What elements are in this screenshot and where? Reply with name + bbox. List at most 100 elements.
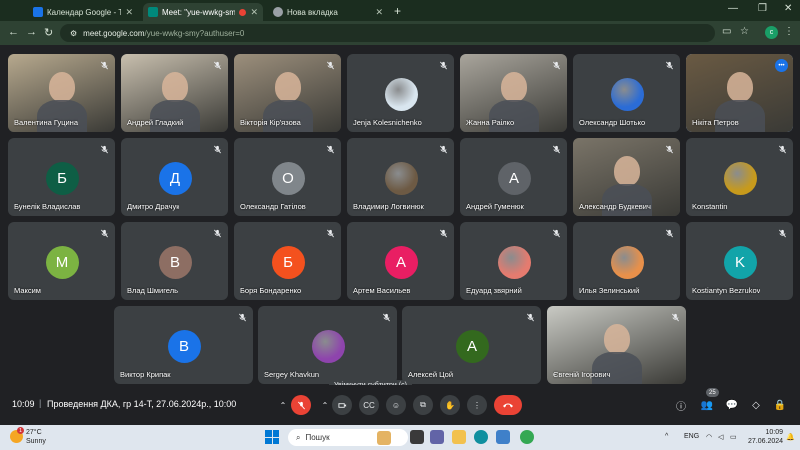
participant-tile[interactable]: Б Бунелік Владислав: [8, 138, 115, 216]
participant-tile[interactable]: А Артем Васильев: [347, 222, 454, 300]
tab-meet[interactable]: Meet: "yue-wwkg-smy" ✕: [143, 3, 263, 21]
participant-tile[interactable]: Илья Зелинський: [573, 222, 680, 300]
kebab-icon: ⋮: [473, 400, 481, 410]
participant-tile[interactable]: Вікторія Кір'язова: [234, 54, 341, 132]
participant-tile[interactable]: Sergey Khavkun: [258, 306, 397, 384]
participant-initial-avatar: В: [158, 246, 192, 279]
participant-initial-avatar: Д: [158, 162, 192, 195]
hand-icon: ✋: [445, 400, 455, 410]
mic-muted-icon: [324, 143, 336, 155]
mic-muted-icon: [669, 311, 681, 323]
forward-icon[interactable]: →: [26, 26, 37, 38]
language-indicator[interactable]: ENG: [684, 433, 699, 440]
participant-tile[interactable]: А Андрей Гуменюк: [460, 138, 567, 216]
participant-tile[interactable]: Jenja Kolesnichenko: [347, 54, 454, 132]
notifications-icon[interactable]: 🔔: [786, 433, 795, 441]
profile-avatar[interactable]: c: [765, 26, 778, 39]
participant-tile[interactable]: Б Боря Бондаренко: [234, 222, 341, 300]
tray-chevron-icon[interactable]: ^: [665, 433, 668, 440]
participant-tile[interactable]: Владимир Логвинюк: [347, 138, 454, 216]
camera-icon[interactable]: ▭: [722, 26, 731, 37]
taskbar-clock[interactable]: 10:09 27.06.2024: [748, 428, 783, 446]
emoji-reactions-button[interactable]: ☺: [386, 395, 406, 415]
mic-off-icon: [297, 401, 305, 409]
participant-name: Жанна Раілко: [466, 118, 515, 127]
participant-profile-picture: [723, 162, 757, 195]
participant-tile[interactable]: В Виктор Крипак: [114, 306, 253, 384]
participant-tile[interactable]: А Алексей Цой: [402, 306, 541, 384]
site-info-icon[interactable]: ⚙: [70, 29, 77, 38]
volume-icon[interactable]: ◁: [718, 433, 723, 441]
meeting-info-button[interactable]: ⓘ: [673, 397, 689, 413]
battery-icon[interactable]: ▭: [730, 433, 737, 441]
participant-profile-picture: [384, 162, 418, 195]
participant-tile[interactable]: Александр Будкевич: [573, 138, 680, 216]
tab-calendar[interactable]: Календар Google - Тиждень 2 ✕: [28, 3, 138, 21]
store-icon[interactable]: [496, 430, 510, 444]
task-view-icon[interactable]: [410, 430, 424, 444]
back-icon[interactable]: ←: [8, 26, 19, 38]
participant-initial-avatar: А: [384, 246, 418, 279]
minimize-icon[interactable]: —: [728, 3, 738, 14]
participant-tile[interactable]: Олександр Шотько: [573, 54, 680, 132]
chrome-taskbar-icon[interactable]: [520, 430, 534, 444]
present-icon: ⧉: [420, 400, 426, 409]
person-body: [36, 100, 87, 132]
camera-toggle-button[interactable]: [332, 395, 352, 415]
participant-tile[interactable]: K Kostiantyn Bezrukov: [686, 222, 793, 300]
close-window-icon[interactable]: ✕: [784, 3, 792, 14]
url-field[interactable]: ⚙ meet.google.com/yue-wwkg-smy?authuser=…: [60, 24, 715, 42]
video-options-button[interactable]: ⌃: [318, 395, 332, 415]
notification-badge: 1: [17, 427, 24, 434]
leave-call-button[interactable]: [494, 395, 522, 415]
participant-name: Максим: [14, 286, 41, 295]
more-options-button[interactable]: ⋮: [467, 395, 487, 415]
participant-tile[interactable]: Konstantin: [686, 138, 793, 216]
reload-icon[interactable]: ↻: [44, 26, 53, 39]
mic-muted-icon: [663, 143, 675, 155]
participant-tile[interactable]: Валентина Гуцина: [8, 54, 115, 132]
activities-button[interactable]: ◇: [748, 397, 764, 413]
teams-icon[interactable]: [430, 430, 444, 444]
participant-tile[interactable]: Едуард звярний: [460, 222, 567, 300]
audio-options-button[interactable]: ⌃: [276, 395, 290, 415]
captions-button[interactable]: CC: [359, 395, 379, 415]
participant-tile[interactable]: М Максим: [8, 222, 115, 300]
mic-muted-icon: [324, 227, 336, 239]
microphone-toggle-button[interactable]: [291, 395, 311, 415]
maximize-icon[interactable]: ❐: [758, 3, 767, 14]
participant-tile[interactable]: В Влад Шмигель: [121, 222, 228, 300]
participant-name: Нікіта Петров: [692, 118, 739, 127]
person-silhouette: [726, 72, 753, 102]
participant-tile[interactable]: Андрей Гладкий: [121, 54, 228, 132]
participant-tile[interactable]: Євгеній Ігорович: [547, 306, 686, 384]
file-explorer-icon[interactable]: [452, 430, 466, 444]
mic-muted-icon: [776, 143, 788, 155]
windows-taskbar: 27°C Sunny 1 ⌕ Пошук ^ ENG ◠ ◁ ▭ 10:09 27…: [0, 425, 800, 450]
participant-tile[interactable]: О Олександр Гатілов: [234, 138, 341, 216]
windows-start-icon[interactable]: [265, 430, 279, 444]
new-tab-button[interactable]: +: [394, 4, 401, 18]
participant-tile[interactable]: Д Дмитро Драчук: [121, 138, 228, 216]
participant-tile[interactable]: Жанна Раілко: [460, 54, 567, 132]
close-icon[interactable]: ✕: [250, 7, 258, 18]
wifi-icon[interactable]: ◠: [706, 433, 712, 441]
host-controls-button[interactable]: 🔒: [772, 397, 788, 413]
participant-initial-avatar: K: [723, 246, 757, 279]
people-button[interactable]: 👥: [699, 397, 715, 413]
tab-new[interactable]: Нова вкладка ✕: [268, 3, 388, 21]
raise-hand-button[interactable]: ✋: [440, 395, 460, 415]
bookmark-star-icon[interactable]: ☆: [740, 26, 749, 37]
participant-profile-picture: [384, 78, 418, 111]
mic-muted-icon: [380, 311, 392, 323]
chat-button[interactable]: 💬: [724, 397, 740, 413]
close-icon[interactable]: ✕: [375, 7, 383, 18]
participant-tile[interactable]: Нікіта Петров •••: [686, 54, 793, 132]
menu-kebab-icon[interactable]: ⋮: [784, 26, 794, 37]
edge-icon[interactable]: [474, 430, 488, 444]
mic-muted-icon: [776, 227, 788, 239]
close-icon[interactable]: ✕: [125, 7, 133, 18]
present-screen-button[interactable]: ⧉: [413, 395, 433, 415]
weather-widget[interactable]: 27°C Sunny: [10, 428, 46, 446]
tab-title: Календар Google - Тиждень 2: [47, 7, 122, 17]
